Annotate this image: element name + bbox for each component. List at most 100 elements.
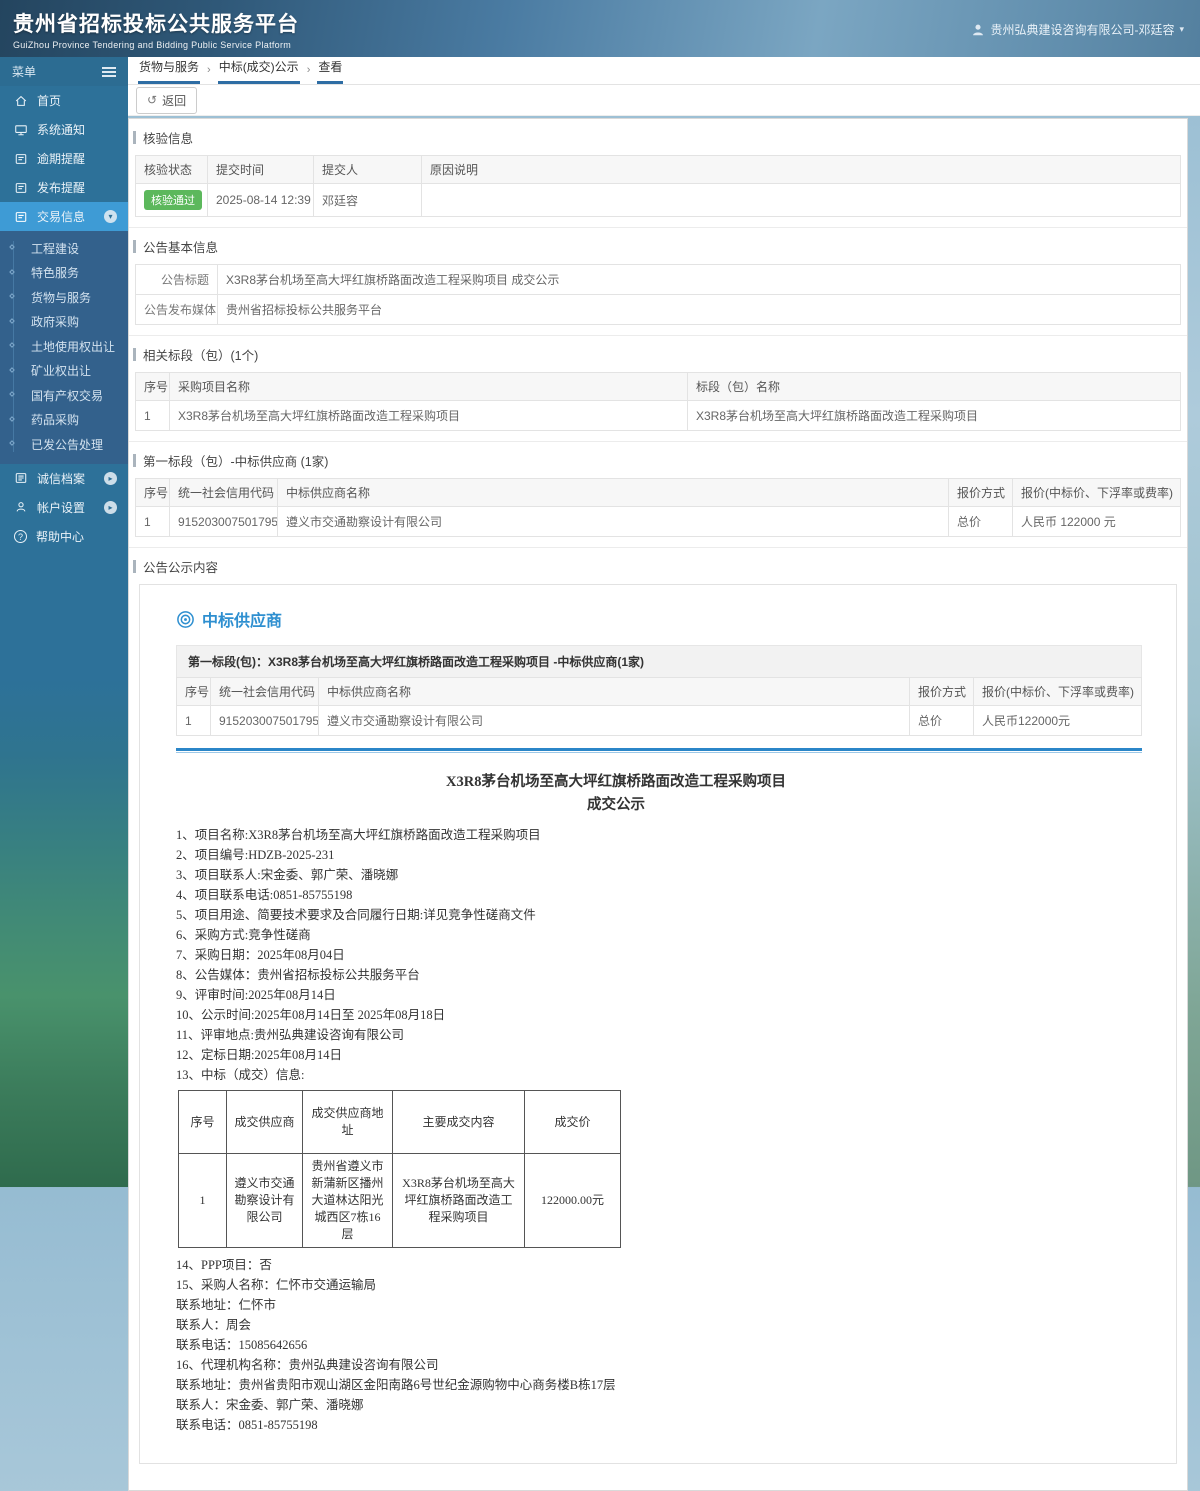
doc-paragraph: 10、公示时间:2025年08月14日至 2025年08月18日 — [176, 1008, 446, 1022]
column-header: 原因说明 — [421, 155, 1181, 184]
table-row: 1 遵义市交通勘察设计有限公司 贵州省遵义市新蒲新区播州大道林达阳光城西区7栋1… — [178, 1153, 621, 1248]
breadcrumb-item-award-announcement[interactable]: 中标(成交)公示 — [217, 53, 300, 84]
column-header: 中标供应商名称 — [277, 478, 949, 507]
section-title-text: 第一标段（包）-中标供应商 (1家) — [143, 455, 329, 469]
sidebar-item-label: 首页 — [37, 94, 62, 108]
breadcrumb-item-goods-services[interactable]: 货物与服务 — [138, 53, 201, 84]
sidebar-subitem[interactable]: 政府采购 — [0, 310, 128, 335]
section-title: 公告公示内容 — [133, 557, 1181, 576]
doc-paragraph: 联系电话：0851-85755198 — [176, 1418, 318, 1432]
cell-submit-time: 2025-08-14 12:39 — [207, 183, 314, 217]
sidebar-item-account-settings[interactable]: 帐户设置 ▸ — [0, 493, 128, 522]
page: { "colors": { "accent_blue": "#3e9bd5", … — [0, 0, 1200, 1491]
table-row: 1 915203007501795212 遵义市交通勘察设计有限公司 总价 人民… — [176, 705, 1142, 736]
diamond-bullet-icon — [9, 366, 15, 373]
winning-supplier-heading: 中标供应商 — [176, 607, 1142, 631]
sidebar-item-label: 发布提醒 — [37, 181, 86, 195]
sidebar-subitem-label: 土地使用权出让 — [31, 339, 116, 354]
table-row: 公告发布媒体 贵州省招标投标公共服务平台 — [135, 294, 1181, 325]
document-title-line1: X3R8茅台机场至高大坪红旗桥路面改造工程采购项目 — [446, 774, 786, 790]
winning-supplier-heading-text: 中标供应商 — [202, 613, 283, 630]
sidebar-item-notifications[interactable]: 系统通知 — [0, 115, 128, 144]
doc-paragraph: 11、评审地点:贵州弘典建设咨询有限公司 — [176, 1028, 405, 1042]
cell-reason — [421, 183, 1181, 217]
hamburger-icon[interactable] — [102, 70, 116, 73]
doc-paragraph: 联系电话：15085642656 — [176, 1338, 308, 1352]
app-header: 贵州省招标投标公共服务平台 GuiZhou Province Tendering… — [0, 0, 1200, 57]
sidebar-submenu: 工程建设 特色服务 货物与服务 政府采购 土地使用权出让 矿业权出让 国有产权交… — [0, 231, 128, 464]
column-header: 成交供应商地址 — [302, 1090, 393, 1154]
main-area: 货物与服务 › 中标(成交)公示 › 查看 ↺ 返回 核验信息 核验状态 提交时… — [128, 57, 1200, 1491]
back-icon: ↺ — [147, 93, 158, 107]
doc-paragraph: 5、项目用途、简要技术要求及合同履行日期:详见竞争性磋商文件 — [176, 908, 536, 922]
sidebar-item-overdue-reminder[interactable]: 逾期提醒 — [0, 144, 128, 173]
doc-paragraph: 联系地址：仁怀市 — [176, 1298, 277, 1312]
sidebar-subitem-label: 药品采购 — [31, 413, 80, 428]
cell-credit-code: 915203007501795212 — [169, 506, 278, 537]
column-header: 成交价 — [524, 1090, 621, 1154]
sidebar-item-home[interactable]: 首页 — [0, 86, 128, 115]
chevron-right-circle-icon: ▸ — [104, 471, 117, 485]
sidebar-item-help-center[interactable]: ? 帮助中心 — [0, 522, 128, 551]
chevron-right-circle-icon: ▸ — [104, 500, 117, 514]
breadcrumb-item-view[interactable]: 查看 — [317, 53, 344, 84]
cell-no: 1 — [178, 1153, 227, 1248]
breadcrumb: 货物与服务 › 中标(成交)公示 › 查看 — [128, 57, 1200, 85]
chevron-down-circle-icon: ▾ — [104, 210, 117, 223]
cell-award-supplier: 遵义市交通勘察设计有限公司 — [226, 1153, 303, 1248]
sidebar-subitem[interactable]: 工程建设 — [0, 236, 128, 261]
sidebar-subitem[interactable]: 货物与服务 — [0, 285, 128, 310]
doc-paragraph: 15、采购人名称：仁怀市交通运输局 — [176, 1278, 377, 1292]
user-menu[interactable]: 贵州弘典建设咨询有限公司-邓廷容 ▾ — [971, 21, 1184, 38]
cell-package-name: X3R8茅台机场至高大坪红旗桥路面改造工程采购项目 — [687, 400, 1181, 431]
sidebar-subitem[interactable]: 特色服务 — [0, 261, 128, 286]
back-button[interactable]: ↺ 返回 — [136, 86, 198, 114]
section-title-text: 公告基本信息 — [143, 241, 219, 255]
column-header: 序号 — [178, 1090, 227, 1154]
user-icon — [973, 24, 984, 35]
label-announcement-title: 公告标题 — [135, 264, 218, 295]
diamond-bullet-icon — [9, 244, 15, 251]
sidebar-item-publish-reminder[interactable]: 发布提醒 — [0, 173, 128, 202]
doc-paragraph: 16、代理机构名称：贵州弘典建设咨询有限公司 — [176, 1358, 439, 1372]
chevron-down-icon: ▾ — [1179, 24, 1184, 34]
column-header: 标段（包）名称 — [687, 372, 1181, 401]
diamond-bullet-icon — [9, 415, 15, 422]
sidebar-subitem[interactable]: 药品采购 — [0, 408, 128, 433]
section-title: 公告基本信息 — [133, 237, 1181, 256]
diamond-bullet-icon — [9, 268, 15, 275]
column-header: 序号 — [176, 677, 211, 706]
table-row: 1 915203007501795212 遵义市交通勘察设计有限公司 总价 人民… — [135, 506, 1181, 537]
document-paragraphs: 1、项目名称:X3R8茅台机场至高大坪红旗桥路面改造工程采购项目 2、项目编号:H… — [176, 825, 1056, 1085]
sidebar-item-label: 逾期提醒 — [37, 152, 86, 166]
breadcrumb-separator: › — [306, 64, 311, 76]
section-title-bar — [133, 454, 136, 467]
table-row: 1 X3R8茅台机场至高大坪红旗桥路面改造工程采购项目 X3R8茅台机场至高大坪… — [135, 400, 1181, 431]
sidebar-subitem[interactable]: 矿业权出让 — [0, 359, 128, 384]
table-header-row: 序号 统一社会信用代码 中标供应商名称 报价方式 报价(中标价、下浮率或费率) — [135, 478, 1181, 507]
cell-no: 1 — [176, 705, 211, 736]
sidebar-subitem[interactable]: 已发公告处理 — [0, 432, 128, 457]
document-paragraphs-after: 14、PPP项目：否 15、采购人名称：仁怀市交通运输局 联系地址：仁怀市 联系人：周… — [176, 1255, 1056, 1435]
sidebar-subitem[interactable]: 土地使用权出让 — [0, 334, 128, 359]
basic-info-table: 公告标题 X3R8茅台机场至高大坪红旗桥路面改造工程采购项目 成交公示 公告发布… — [135, 264, 1181, 325]
sidebar-menu-header[interactable]: 菜单 — [0, 57, 128, 86]
doc-paragraph: 联系人：宋金委、郭广荣、潘晓娜 — [176, 1398, 364, 1412]
winning-supplier-table: 序号 统一社会信用代码 中标供应商名称 报价方式 报价(中标价、下浮率或费率) … — [135, 478, 1181, 537]
sidebar-item-label: 帮助中心 — [36, 529, 85, 544]
doc-paragraph: 13、中标（成交）信息: — [176, 1068, 305, 1082]
sidebar-item-integrity-file[interactable]: 诚信档案 ▸ — [0, 464, 128, 493]
section-title-bar — [133, 348, 136, 361]
target-icon — [177, 610, 194, 628]
award-info-table: 序号 成交供应商 成交供应商地址 主要成交内容 成交价 1 遵义市交通勘察设计有… — [178, 1090, 621, 1248]
sidebar-subitem[interactable]: 国有产权交易 — [0, 383, 128, 408]
cell-supplier-name: 遵义市交通勘察设计有限公司 — [318, 705, 910, 736]
cell-award-content: X3R8茅台机场至高大坪红旗桥路面改造工程采购项目 — [392, 1153, 525, 1248]
column-header: 统一社会信用代码 — [169, 478, 278, 507]
announcement-content-box: 中标供应商 第一标段(包)：X3R8茅台机场至高大坪红旗桥路面改造工程采购项目 … — [139, 584, 1177, 1464]
sidebar-item-label: 交易信息 — [37, 210, 86, 224]
cell-award-price: 122000.00元 — [524, 1153, 621, 1248]
column-header: 核验状态 — [135, 155, 208, 184]
table-row: 公告标题 X3R8茅台机场至高大坪红旗桥路面改造工程采购项目 成交公示 — [135, 264, 1181, 295]
sidebar-item-transaction-info[interactable]: 交易信息 ▾ — [0, 202, 128, 231]
